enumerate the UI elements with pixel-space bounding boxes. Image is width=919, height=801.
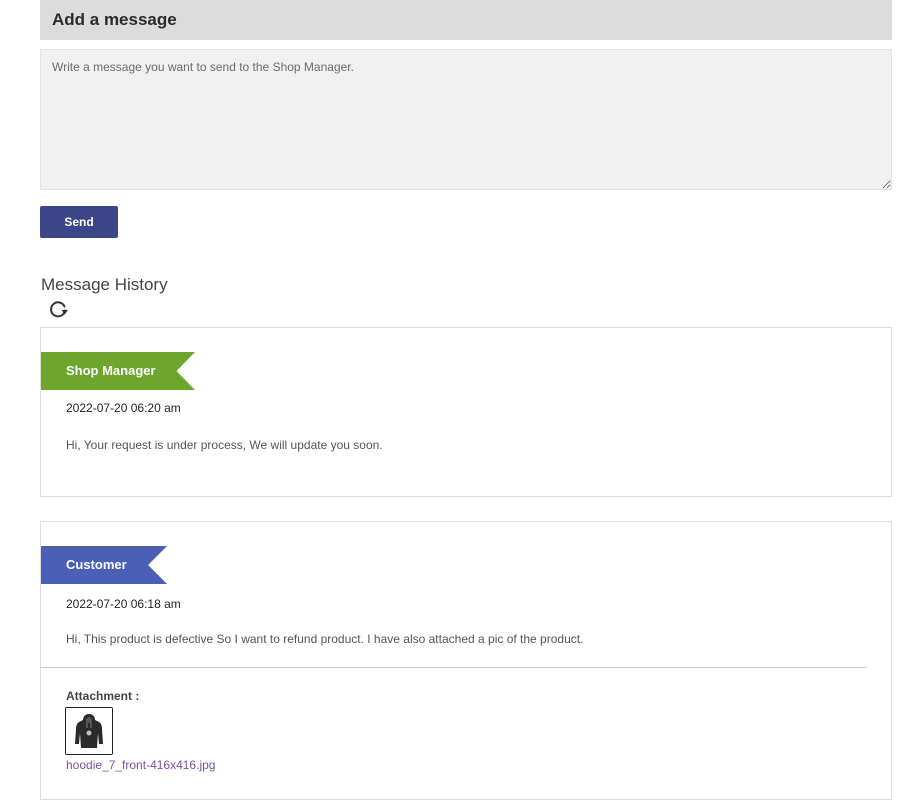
refresh-icon[interactable] <box>47 298 69 320</box>
page: Add a message Send Message History Shop … <box>0 0 919 801</box>
message-card-shop-manager: Shop Manager 2022-07-20 06:20 am Hi, You… <box>40 327 892 497</box>
sender-ribbon-shop-manager: Shop Manager <box>41 352 195 390</box>
message-text: Hi, This product is defective So I want … <box>66 632 584 646</box>
message-card-customer: Customer 2022-07-20 06:18 am Hi, This pr… <box>40 521 892 800</box>
attachment-thumbnail[interactable] <box>65 707 113 755</box>
attachment-label: Attachment : <box>66 689 140 703</box>
message-text: Hi, Your request is under process, We wi… <box>66 438 383 452</box>
add-message-header: Add a message <box>40 0 892 40</box>
sender-name: Customer <box>66 557 127 572</box>
send-button[interactable]: Send <box>40 206 118 238</box>
message-timestamp: 2022-07-20 06:18 am <box>66 597 181 611</box>
message-textarea[interactable] <box>40 49 892 190</box>
message-history-title: Message History <box>41 275 168 294</box>
sender-ribbon-customer: Customer <box>41 546 167 584</box>
hoodie-image-icon <box>66 708 112 754</box>
attachment-file-link[interactable]: hoodie_7_front-416x416.jpg <box>66 758 215 772</box>
attachment-divider <box>41 667 867 668</box>
message-timestamp: 2022-07-20 06:20 am <box>66 401 181 415</box>
sender-name: Shop Manager <box>66 363 156 378</box>
